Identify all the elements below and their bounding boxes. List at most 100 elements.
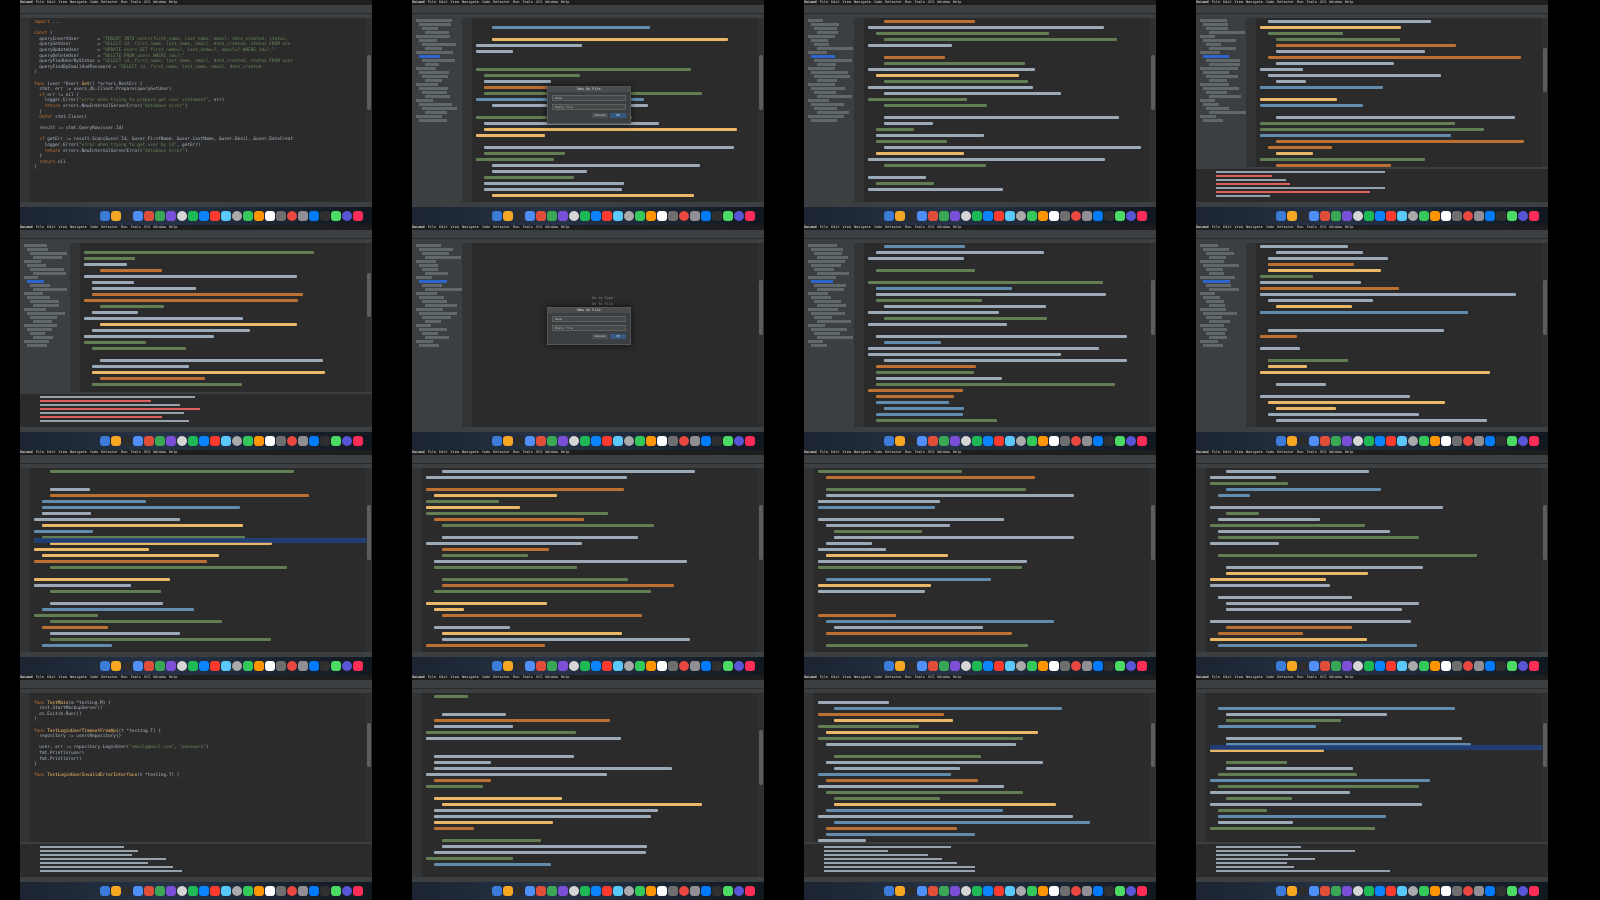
code-editor[interactable] — [854, 18, 1150, 202]
dock-app-icon[interactable] — [265, 661, 275, 671]
menu-item[interactable]: Help — [169, 450, 177, 454]
ide-screenshot[interactable]: GoLand File Edit View Navigate Code Refactor Ru… — [412, 675, 764, 900]
menu-item[interactable]: Tools — [914, 675, 925, 679]
dock-app-icon[interactable] — [712, 886, 722, 896]
dock-app-icon[interactable] — [701, 436, 711, 446]
dock-app-icon[interactable] — [657, 886, 667, 896]
project-tree-item[interactable] — [808, 83, 835, 86]
dock-app-icon[interactable] — [309, 436, 319, 446]
project-tree-item[interactable] — [419, 280, 448, 283]
menu-item[interactable]: Refactor — [1277, 675, 1294, 679]
dock-app-icon[interactable] — [1375, 436, 1385, 446]
menu-item[interactable]: VCS — [1320, 0, 1326, 4]
dock-app-icon[interactable] — [243, 886, 253, 896]
dock-app-icon[interactable] — [210, 661, 220, 671]
project-tree-item[interactable] — [422, 284, 443, 287]
dock-app-icon[interactable] — [917, 886, 927, 896]
menu-item[interactable]: Edit — [831, 450, 839, 454]
scrollbar-thumb[interactable] — [1543, 47, 1547, 93]
dock-app-icon[interactable] — [1386, 886, 1396, 896]
menu-item[interactable]: View — [843, 675, 851, 679]
menu-item[interactable]: Tools — [522, 0, 533, 4]
scrollbar-thumb[interactable] — [1543, 504, 1547, 560]
menu-item[interactable]: Navigate — [462, 225, 479, 229]
ide-screenshot[interactable]: GoLand File Edit View Navigate Code Refactor Ru… — [1196, 0, 1548, 225]
dock-app-icon[interactable] — [1049, 886, 1059, 896]
project-tree-item[interactable] — [814, 75, 850, 78]
ide-screenshot[interactable]: GoLand File Edit View Navigate Code Refactor Ru… — [20, 0, 372, 225]
code-editor[interactable] — [70, 243, 366, 422]
dock-app-icon[interactable] — [1353, 436, 1363, 446]
project-tree-item[interactable] — [1203, 296, 1220, 299]
menu-item[interactable]: Code — [482, 0, 490, 4]
dock-app-icon[interactable] — [1093, 661, 1103, 671]
dock-app-icon[interactable] — [1529, 661, 1539, 671]
menu-item[interactable]: Navigate — [854, 450, 871, 454]
dock-app-icon[interactable] — [503, 436, 513, 446]
dock-app-icon[interactable] — [1104, 886, 1114, 896]
menu-item[interactable]: Refactor — [493, 450, 510, 454]
project-tree-item[interactable] — [422, 268, 439, 271]
project-tree-item[interactable] — [24, 340, 49, 343]
cancel-button[interactable]: Cancel — [592, 113, 608, 118]
dock-app-icon[interactable] — [320, 211, 330, 221]
menu-item[interactable]: VCS — [536, 225, 542, 229]
project-tree-item[interactable] — [30, 252, 67, 255]
dock-app-icon[interactable] — [1287, 436, 1297, 446]
project-tree-item[interactable] — [1203, 71, 1229, 74]
ide-screenshot[interactable]: GoLand File Edit View Navigate Code Refactor Ru… — [412, 225, 764, 450]
dock-app-icon[interactable] — [1408, 211, 1418, 221]
code-editor[interactable] — [854, 243, 1150, 427]
dock-app-icon[interactable] — [1386, 661, 1396, 671]
project-tree-item[interactable] — [808, 244, 838, 247]
menu-item[interactable]: View — [451, 675, 459, 679]
menu-item[interactable]: Help — [1345, 675, 1353, 679]
dock-app-icon[interactable] — [155, 211, 165, 221]
menu-item[interactable]: View — [843, 225, 851, 229]
dock-app-icon[interactable] — [1082, 211, 1092, 221]
project-tree-item[interactable] — [1206, 268, 1224, 271]
dock-app-icon[interactable] — [569, 436, 579, 446]
menu-item[interactable]: Navigate — [1246, 675, 1263, 679]
project-tree-item[interactable] — [419, 296, 445, 299]
menu-item[interactable]: VCS — [1320, 450, 1326, 454]
dock-app-icon[interactable] — [492, 661, 502, 671]
project-tree-item[interactable] — [1200, 83, 1229, 86]
dock-app-icon[interactable] — [1496, 661, 1506, 671]
dock-app-icon[interactable] — [1287, 661, 1297, 671]
project-tree-item[interactable] — [422, 91, 447, 94]
dock-app-icon[interactable] — [1071, 436, 1081, 446]
project-tree-item[interactable] — [1206, 284, 1231, 287]
menu-item[interactable]: Help — [169, 675, 177, 679]
menu-app-name[interactable]: GoLand — [804, 0, 817, 4]
project-tree-item[interactable] — [811, 264, 842, 267]
dock-app-icon[interactable] — [1463, 211, 1473, 221]
dock-app-icon[interactable] — [895, 661, 905, 671]
menu-item[interactable]: VCS — [536, 0, 542, 4]
dock-app-icon[interactable] — [166, 886, 176, 896]
dock-app-icon[interactable] — [547, 661, 557, 671]
dock-app-icon[interactable] — [657, 661, 667, 671]
dock-app-icon[interactable] — [1441, 661, 1451, 671]
menu-item[interactable]: Code — [874, 0, 882, 4]
project-tree-item[interactable] — [425, 288, 463, 291]
project-tree-item[interactable] — [416, 324, 432, 327]
dock-app-icon[interactable] — [1397, 661, 1407, 671]
dock-app-icon[interactable] — [558, 211, 568, 221]
dock-app-icon[interactable] — [1082, 436, 1092, 446]
dock-app-icon[interactable] — [133, 886, 143, 896]
project-tree-item[interactable] — [814, 332, 841, 335]
dock-app-icon[interactable] — [961, 436, 971, 446]
project-tree-item[interactable] — [30, 268, 64, 271]
menu-app-name[interactable]: GoLand — [804, 450, 817, 454]
dock-app-icon[interactable] — [668, 661, 678, 671]
scrollbar-thumb[interactable] — [367, 722, 371, 768]
dock-app-icon[interactable] — [254, 436, 264, 446]
dock-app-icon[interactable] — [122, 661, 132, 671]
dock-app-icon[interactable] — [983, 211, 993, 221]
menu-item[interactable]: Refactor — [101, 450, 118, 454]
project-tree-item[interactable] — [814, 300, 842, 303]
dock-app-icon[interactable] — [100, 436, 110, 446]
dock-app-icon[interactable] — [591, 211, 601, 221]
dock-app-icon[interactable] — [1320, 886, 1330, 896]
